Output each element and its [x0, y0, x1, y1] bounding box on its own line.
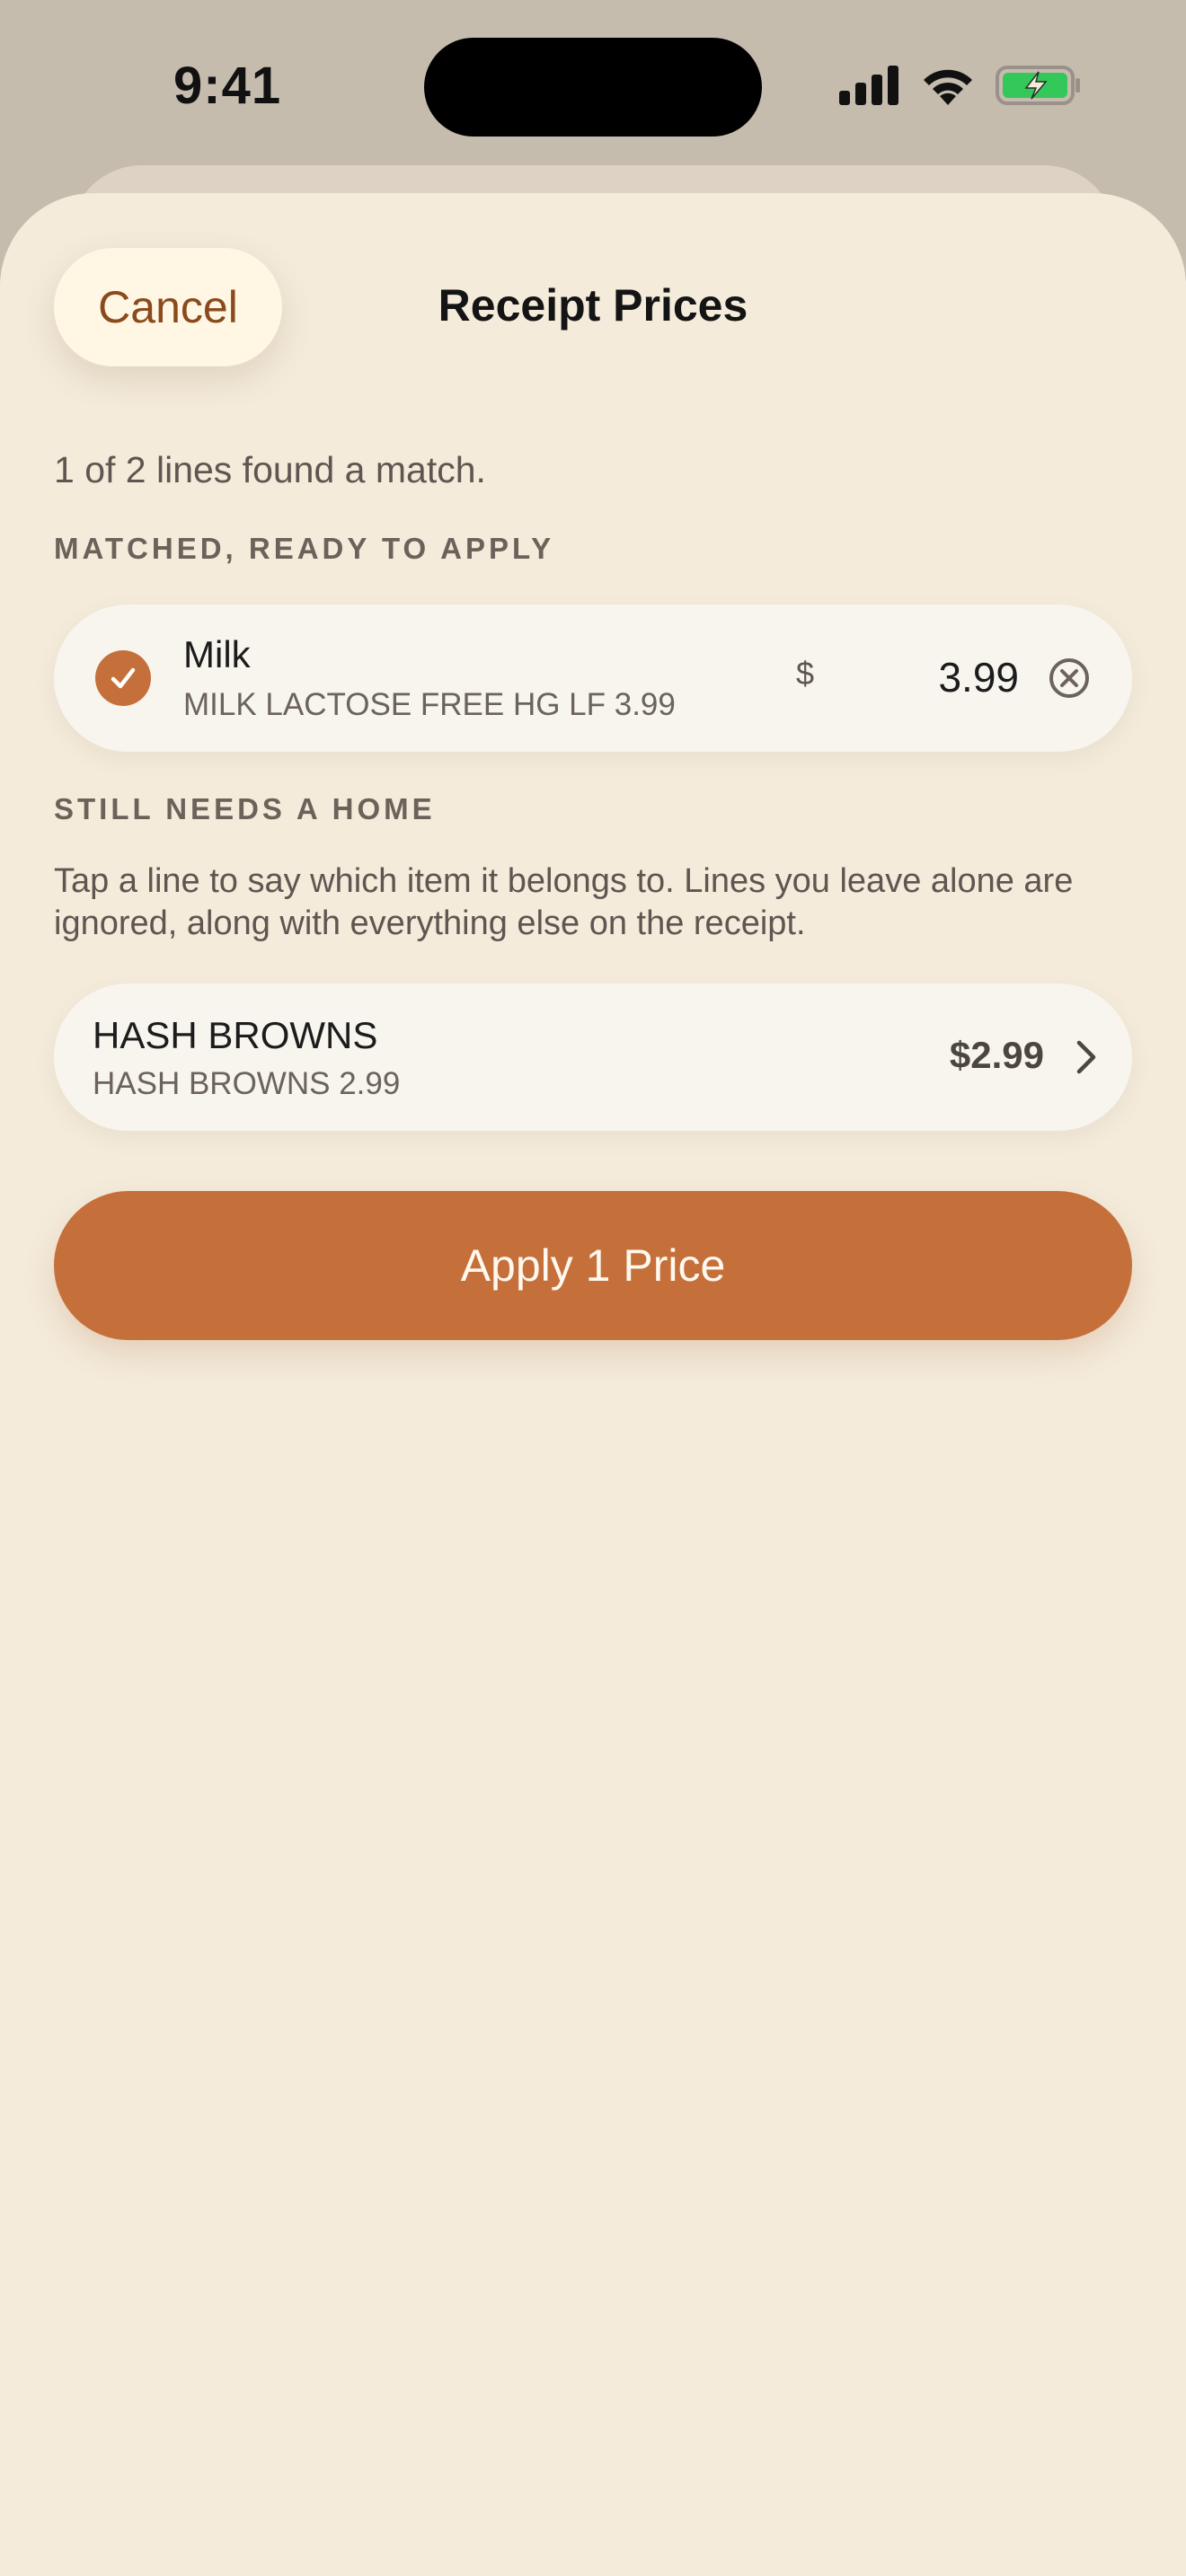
status-time: 9:41 [173, 57, 282, 115]
battery-charging-icon [996, 66, 1080, 105]
checkmark-icon [111, 667, 136, 689]
unmatched-help-text: Tap a line to say which item it belongs … [54, 862, 1074, 942]
match-checkbox[interactable] [95, 650, 151, 706]
matched-item-name: Milk [183, 633, 251, 675]
price-field[interactable]: 3.99 [938, 653, 1019, 701]
cellular-signal-icon [839, 66, 898, 105]
remove-match-icon[interactable] [1048, 657, 1091, 700]
match-summary: 1 of 2 lines found a match. [54, 449, 486, 490]
sheet-title: Receipt Prices [438, 280, 748, 331]
apply-prices-button[interactable]: Apply 1 Price [54, 1191, 1132, 1340]
wifi-icon [924, 69, 972, 105]
currency-symbol: $ [796, 655, 815, 692]
unmatched-item-row[interactable]: HASH BROWNS HASH BROWNS 2.99 $2.99 [54, 984, 1132, 1131]
screen: 9:41 Cancel Receipt Prices 1 of 2 lines … [0, 0, 1186, 2576]
unmatched-receipt-line: HASH BROWNS 2.99 [93, 1066, 401, 1101]
unmatched-price: $2.99 [949, 1034, 1044, 1076]
unmatched-section-label: STILL NEEDS A HOME [54, 792, 436, 825]
unmatched-item-name: HASH BROWNS [93, 1014, 378, 1056]
matched-section-label: MATCHED, READY TO APPLY [54, 532, 555, 565]
matched-receipt-line: MILK LACTOSE FREE HG LF 3.99 [183, 687, 676, 722]
status-icons [839, 63, 1082, 108]
dynamic-island [424, 38, 762, 137]
matched-item-row: Milk MILK LACTOSE FREE HG LF 3.99 $ 3.99 [54, 604, 1132, 752]
chevron-right-icon [1076, 1040, 1096, 1074]
